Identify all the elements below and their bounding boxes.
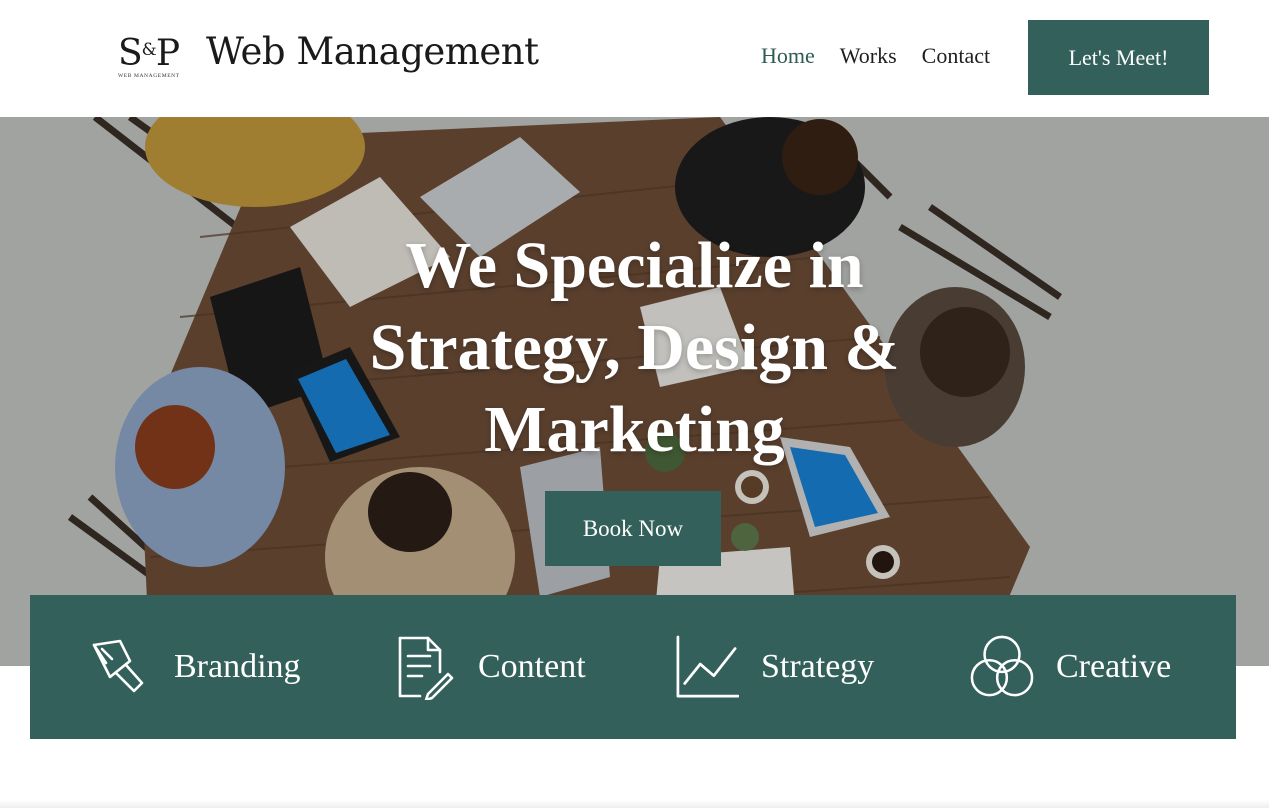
monogram-s: S bbox=[118, 33, 143, 74]
nav-home[interactable]: Home bbox=[761, 41, 815, 71]
monogram-amp: & bbox=[141, 40, 157, 60]
service-label-creative: Creative bbox=[1056, 648, 1172, 685]
services-bar: Branding Content Strategy Creative bbox=[30, 595, 1236, 739]
service-creative[interactable]: Creative bbox=[970, 595, 1171, 739]
nav-contact[interactable]: Contact bbox=[922, 41, 990, 71]
logo-monogram: S&P WEB MANAGEMENT bbox=[118, 30, 188, 82]
overlapping-circles-icon bbox=[970, 635, 1034, 699]
service-strategy[interactable]: Strategy bbox=[675, 595, 874, 739]
line-chart-icon bbox=[675, 635, 739, 699]
main-nav: Home Works Contact bbox=[761, 41, 990, 71]
hero-title: We Specialize in Strategy, Design & Mark… bbox=[0, 225, 1269, 471]
hero-section: We Specialize in Strategy, Design & Mark… bbox=[0, 117, 1269, 666]
monogram-p: P bbox=[155, 33, 180, 74]
hero-title-line-3: Marketing bbox=[484, 393, 785, 466]
logo[interactable]: S&P WEB MANAGEMENT Web Management bbox=[118, 30, 539, 82]
pen-nib-icon bbox=[88, 635, 152, 699]
book-now-button[interactable]: Book Now bbox=[545, 491, 721, 566]
service-label-content: Content bbox=[478, 648, 586, 685]
hero-title-line-2: Strategy, Design & bbox=[369, 311, 900, 384]
hero-title-line-1: We Specialize in bbox=[405, 229, 864, 302]
service-branding[interactable]: Branding bbox=[88, 595, 301, 739]
service-label-branding: Branding bbox=[174, 648, 301, 685]
logo-text: Web Management bbox=[206, 30, 539, 73]
service-content[interactable]: Content bbox=[392, 595, 586, 739]
document-edit-icon bbox=[392, 635, 456, 700]
page-bottom-divider bbox=[0, 800, 1269, 808]
site-header: S&P WEB MANAGEMENT Web Management Home W… bbox=[0, 0, 1269, 117]
nav-works[interactable]: Works bbox=[840, 41, 897, 71]
lets-meet-button[interactable]: Let's Meet! bbox=[1028, 20, 1209, 95]
logo-tagline: WEB MANAGEMENT bbox=[118, 73, 180, 79]
service-label-strategy: Strategy bbox=[761, 648, 875, 685]
